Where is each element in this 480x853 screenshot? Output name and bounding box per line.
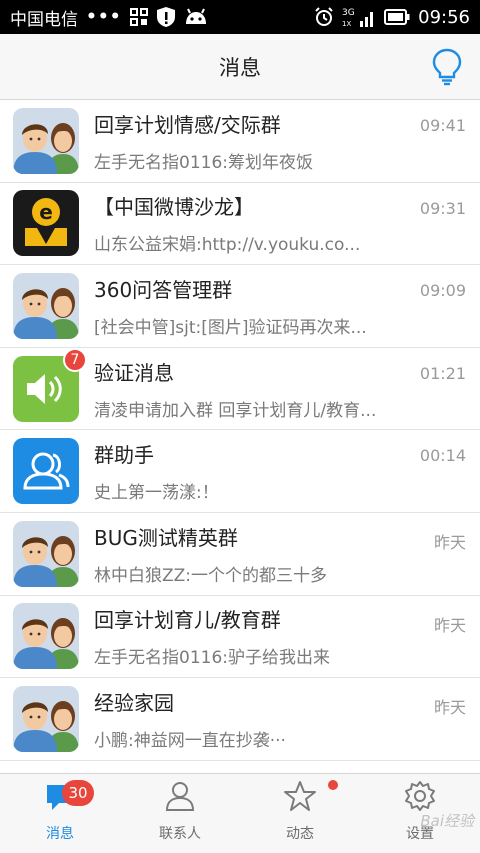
page-title: 消息 (219, 55, 261, 80)
svg-text:e: e (39, 200, 53, 224)
last-message-preview: 小鹏:神益网一直在抄袭··· (94, 730, 286, 751)
more-dots: ••• (86, 7, 122, 27)
timestamp: 09:31 (419, 198, 466, 218)
bottom-tab-bar: 30 消息 联系人 动态 设置 Bai经验 (0, 773, 480, 853)
last-message-preview: 史上第一荡漾:！ (94, 483, 219, 504)
conversation-title: BUG测试精英群 (94, 525, 238, 550)
carrier-label: 中国电信 (10, 9, 78, 30)
conversation-title: 【中国微博沙龙】 (94, 195, 254, 220)
star-icon (283, 779, 317, 823)
conversation-item[interactable]: BUG测试精英群林中白狼ZZ:一个个的都三十多 昨天 (0, 513, 480, 596)
timestamp: 昨天 (433, 615, 466, 635)
signal-icon: 3G 1X (342, 6, 376, 28)
timestamp: 00:14 (419, 446, 466, 466)
alarm-icon (314, 7, 334, 27)
avatar: 7 (13, 347, 87, 422)
lightbulb-icon[interactable] (432, 48, 462, 86)
conversation-list[interactable]: 回享计划情感/交际群左手无名指0116:筹划年夜饭 09:41 e 【中国微博沙龙】山… (0, 100, 480, 773)
title-bar: 消息 (0, 34, 480, 100)
svg-text:1X: 1X (342, 20, 351, 28)
tab-person[interactable]: 联系人 (120, 774, 240, 853)
conversation-title: 群助手 (94, 443, 154, 468)
tab-label: 动态 (286, 826, 314, 842)
clock: 09:56 (418, 6, 470, 28)
avatar (13, 520, 79, 587)
people-icon (13, 685, 79, 752)
watermark: Bai经验 (420, 812, 474, 830)
timestamp: 昨天 (433, 532, 466, 552)
conversation-item[interactable]: 经验家园小鹏:神益网一直在抄袭··· 昨天 (0, 678, 480, 761)
people-icon (13, 603, 79, 670)
people-icon (13, 107, 79, 174)
avatar (13, 685, 79, 752)
avatar (13, 107, 79, 174)
group-helper-icon (13, 438, 79, 505)
weibo-logo-icon: e (13, 190, 79, 257)
avatar (13, 272, 79, 339)
tab-label: 消息 (46, 826, 74, 842)
conversation-title: 经验家园 (94, 690, 174, 715)
conversation-item[interactable]: 群助手史上第一荡漾:！ 00:14 (0, 430, 480, 513)
tab-label: 联系人 (159, 826, 201, 842)
conversation-item[interactable]: 回享计划情感/交际群左手无名指0116:筹划年夜饭 09:41 (0, 100, 480, 183)
conversation-item[interactable]: 360问答管理群 [社会中管]sjt:[图片]验证码再次来... 09:09 (0, 265, 480, 348)
timestamp: 昨天 (433, 698, 466, 718)
timestamp: 09:41 (419, 116, 466, 135)
conversation-item[interactable]: e 【中国微博沙龙】山东公益宋娟:http://v.youku.co... 09:3… (0, 183, 480, 266)
conversation-title: 验证消息 (94, 360, 174, 385)
conversation-title: 回享计划育儿/教育群 (94, 608, 281, 633)
conversation-title: 360问答管理群 (94, 277, 233, 302)
last-message-preview: 林中白狼ZZ:一个个的都三十多 (94, 565, 328, 586)
network-label: 3G (342, 8, 355, 18)
android-icon (184, 8, 208, 26)
last-message-preview: 清凌申请加入群 回享计划育儿/教育... (94, 400, 377, 421)
conversation-title: 回享计划情感/交际群 (94, 112, 281, 137)
status-bar: 中国电信 ••• 3G 1X 09:56 (0, 0, 480, 34)
people-icon (13, 272, 79, 339)
timestamp: 01:21 (419, 363, 466, 383)
last-message-preview: 左手无名指0116:筹划年夜饭 (94, 152, 313, 173)
tab-chat-bubble[interactable]: 30 消息 (0, 774, 120, 853)
last-message-preview: [社会中管]sjt:[图片]验证码再次来... (94, 317, 367, 338)
people-icon (13, 520, 79, 587)
avatar (13, 603, 79, 670)
battery-icon (384, 9, 410, 25)
unread-count-badge: 30 (62, 780, 94, 806)
grid-icon (129, 8, 148, 26)
last-message-preview: 左手无名指0116:驴子给我出来 (94, 648, 330, 669)
last-message-preview: 山东公益宋娟:http://v.youku.co... (94, 235, 361, 256)
timestamp: 09:09 (419, 281, 466, 301)
avatar: e (13, 190, 79, 257)
new-activity-dot (328, 780, 338, 790)
shield-icon (156, 6, 176, 28)
avatar (13, 438, 79, 505)
app-window: 消息 回享计划情感/交际群左手无名指0116:筹划年夜饭 09:41 e 【中国微博沙… (0, 34, 480, 853)
unread-badge: 7 (63, 347, 87, 372)
tab-star[interactable]: 动态 (240, 774, 360, 853)
person-icon (163, 779, 197, 823)
conversation-item[interactable]: 回享计划育儿/教育群左手无名指0116:驴子给我出来 昨天 (0, 596, 480, 679)
conversation-item[interactable]: 7 验证消息清凌申请加入群 回享计划育儿/教育... 01:21 (0, 347, 480, 431)
